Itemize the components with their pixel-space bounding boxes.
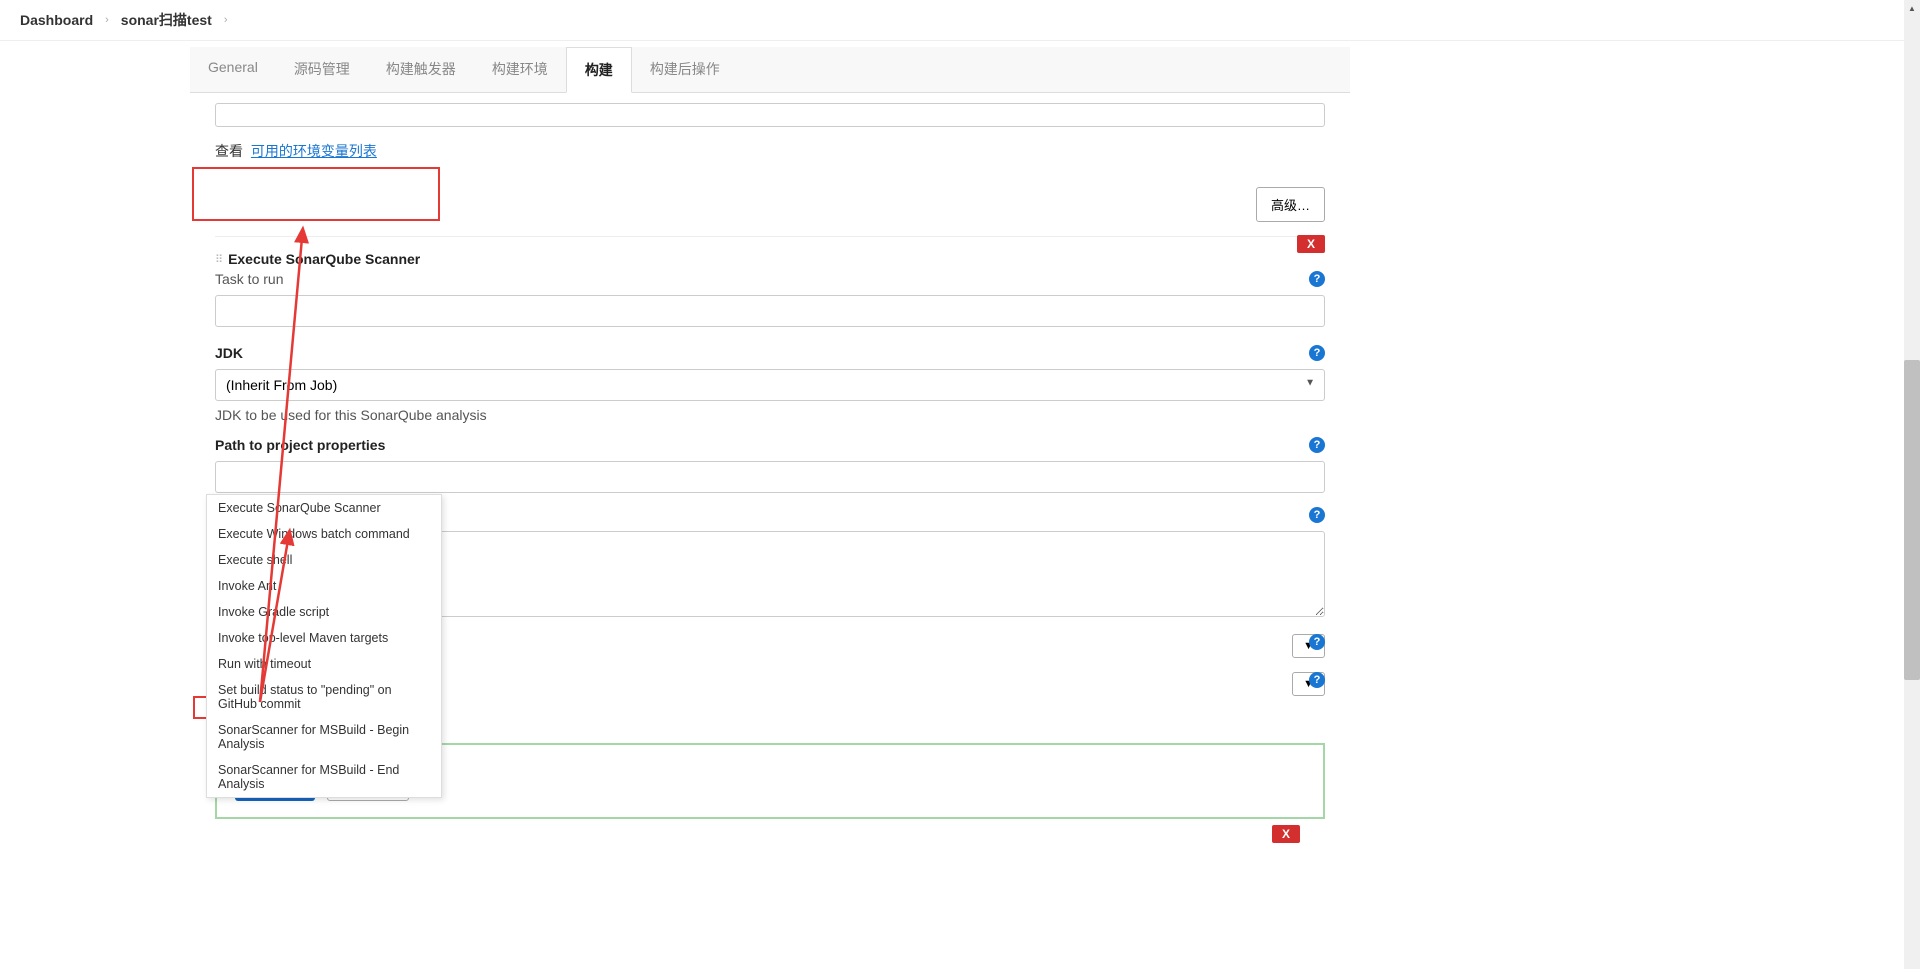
prev-section-box [215,103,1325,127]
build-step-header: X ⠿ Execute SonarQube Scanner Task to ru… [215,247,1325,331]
dropdown-item-sonarqube[interactable]: Execute SonarQube Scanner [207,495,441,521]
breadcrumb-sep: › [105,14,109,26]
dropdown-item-maven[interactable]: Invoke top-level Maven targets [207,625,441,651]
dropdown-item-gradle[interactable]: Invoke Gradle script [207,599,441,625]
vertical-scrollbar[interactable]: ▲ [1904,0,1920,969]
help-icon[interactable]: ? [1309,672,1325,688]
help-icon[interactable]: ? [1309,345,1325,361]
build-step-title: Execute SonarQube Scanner [228,251,420,267]
tab-scm[interactable]: 源码管理 [276,47,368,92]
config-tabs: General 源码管理 构建触发器 构建环境 构建 构建后操作 [190,47,1350,93]
breadcrumb-job[interactable]: sonar扫描test [121,10,212,30]
dropdown-item-github[interactable]: Set build status to "pending" on GitHub … [207,677,441,717]
jdk-label: JDK [215,345,1325,361]
advanced-row: 高级… [215,187,1325,222]
path-input[interactable] [215,461,1325,493]
breadcrumb: Dashboard › sonar扫描test › [0,0,1920,41]
dropdown-item-ant[interactable]: Invoke Ant [207,573,441,599]
drag-handle-icon[interactable]: ⠿ [215,253,222,266]
add-step-dropdown: Execute SonarQube Scanner Execute Window… [206,494,442,798]
delete-step-button-2[interactable]: X [1272,825,1300,843]
tab-env[interactable]: 构建环境 [474,47,566,92]
dropdown-item-msbuild-end[interactable]: SonarScanner for MSBuild - End Analysis [207,757,441,797]
help-icon[interactable]: ? [1309,437,1325,453]
path-field-group: Path to project properties ? [215,437,1325,493]
jdk-field-group: JDK ? (Inherit From Job) ▼ JDK to be use… [215,345,1325,423]
jdk-select[interactable]: (Inherit From Job) [215,369,1325,401]
path-label: Path to project properties [215,437,1325,453]
task-to-run-input[interactable] [215,295,1325,327]
scroll-thumb[interactable] [1904,360,1920,680]
breadcrumb-dashboard[interactable]: Dashboard [20,12,93,28]
tab-general[interactable]: General [190,47,276,92]
dropdown-item-msbuild-begin[interactable]: SonarScanner for MSBuild - Begin Analysi… [207,717,441,757]
scroll-up-icon[interactable]: ▲ [1904,0,1920,17]
tab-triggers[interactable]: 构建触发器 [368,47,474,92]
help-icon[interactable]: ? [1309,271,1325,287]
tab-build[interactable]: 构建 [566,47,632,93]
help-icon[interactable]: ? [1309,507,1325,523]
env-link-row: 查看 可用的环境变量列表 [215,141,1325,161]
dropdown-item-winbatch[interactable]: Execute Windows batch command [207,521,441,547]
task-to-run-label: Task to run [215,271,1325,287]
help-icon[interactable]: ? [1309,634,1325,650]
env-vars-link[interactable]: 可用的环境变量列表 [251,143,377,159]
divider [215,236,1325,237]
tab-post[interactable]: 构建后操作 [632,47,738,92]
dropdown-item-timeout[interactable]: Run with timeout [207,651,441,677]
advanced-button[interactable]: 高级… [1256,187,1325,222]
breadcrumb-sep: › [224,14,228,26]
dropdown-item-shell[interactable]: Execute shell [207,547,441,573]
jdk-description: JDK to be used for this SonarQube analys… [215,407,1325,423]
env-link-prefix: 查看 [215,143,243,159]
delete-step-button[interactable]: X [1297,235,1325,253]
